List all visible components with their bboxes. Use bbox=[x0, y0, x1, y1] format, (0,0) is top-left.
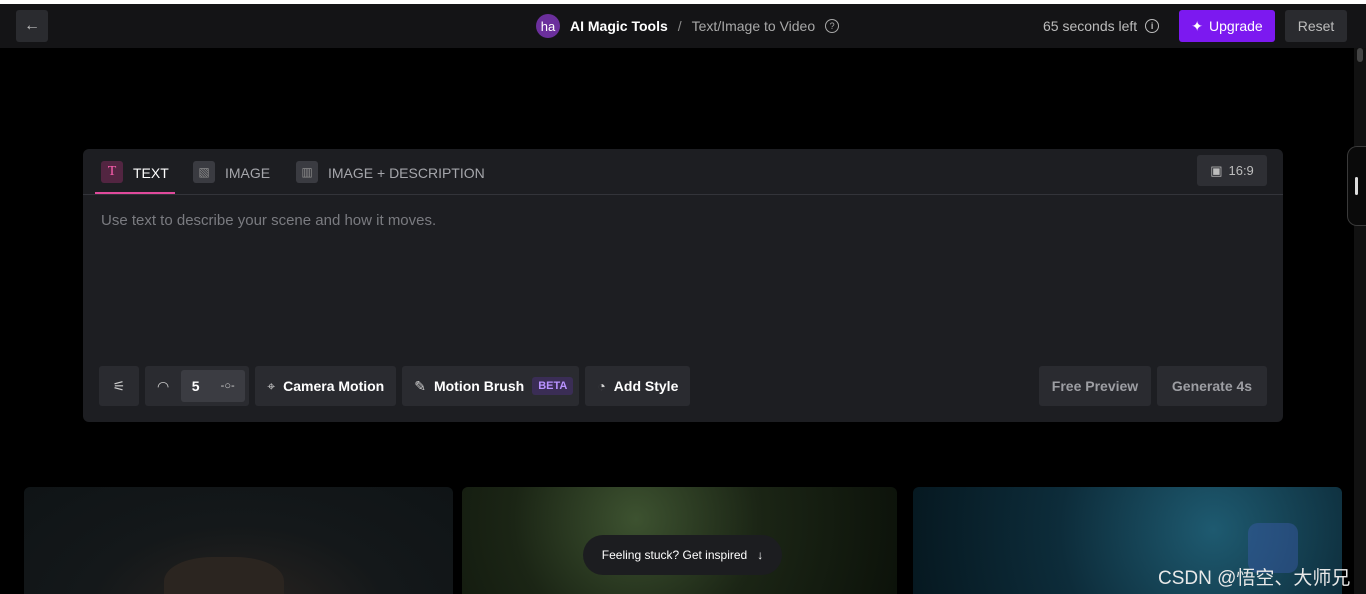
add-style-label: Add Style bbox=[613, 378, 679, 394]
add-style-button[interactable]: ◔ Add Style bbox=[585, 366, 691, 406]
top-bar: ← ha AI Magic Tools / Text/Image to Vide… bbox=[0, 0, 1366, 48]
back-button[interactable]: ← bbox=[16, 10, 48, 42]
tab-text[interactable]: T TEXT bbox=[95, 161, 175, 194]
tab-image[interactable]: ▧ IMAGE bbox=[193, 161, 270, 194]
speedometer-icon: ◠ bbox=[157, 377, 170, 394]
split-image-icon: ▥ bbox=[296, 161, 318, 183]
beta-badge: BETA bbox=[532, 377, 574, 395]
breadcrumb-current: Text/Image to Video bbox=[691, 18, 816, 34]
upgrade-button[interactable]: ✦ Upgrade bbox=[1179, 10, 1275, 42]
motion-brush-button[interactable]: ✎ Motion Brush BETA bbox=[402, 366, 580, 406]
camera-motion-icon: ⌖ bbox=[267, 377, 276, 394]
breadcrumb-separator: / bbox=[677, 18, 682, 34]
upgrade-label: Upgrade bbox=[1209, 18, 1263, 34]
watermark: CSDN @悟空、大师兄 bbox=[1158, 568, 1351, 589]
tab-image-description[interactable]: ▥ IMAGE + DESCRIPTION bbox=[296, 161, 485, 194]
generator-panel: T TEXT ▧ IMAGE ▥ IMAGE + DESCRIPTION ▣ 1… bbox=[83, 149, 1283, 422]
inspire-button[interactable]: Feeling stuck? Get inspired ↓ bbox=[583, 535, 782, 575]
brush-icon: ✎ bbox=[414, 377, 426, 394]
settings-button[interactable]: ⚟ bbox=[99, 366, 139, 406]
aspect-ratio-value: 16:9 bbox=[1228, 163, 1254, 178]
thumbnail-subject bbox=[164, 557, 284, 594]
prompt-input[interactable]: Use text to describe your scene and how … bbox=[101, 212, 436, 229]
aspect-ratio-button[interactable]: ▣ 16:9 bbox=[1197, 155, 1267, 186]
tab-image-label: IMAGE bbox=[225, 165, 271, 181]
toolbar: ⚟ ◠ 5 -○- ⌖ Camera Motion ✎ Motion Brush… bbox=[99, 366, 691, 406]
text-icon: T bbox=[101, 161, 123, 183]
motion-brush-label: Motion Brush bbox=[433, 378, 525, 394]
sparkle-icon: ✦ bbox=[1191, 17, 1204, 34]
scrollbar-thumb[interactable] bbox=[1357, 48, 1363, 62]
breadcrumb: ha AI Magic Tools / Text/Image to Video … bbox=[536, 10, 840, 42]
motion-speed-value: 5 bbox=[191, 378, 200, 394]
arrow-left-icon: ← bbox=[24, 17, 40, 34]
inspire-label: Feeling stuck? Get inspired bbox=[601, 548, 748, 562]
gallery-thumbnail[interactable] bbox=[24, 487, 453, 594]
help-icon[interactable]: ? bbox=[825, 19, 840, 33]
free-preview-button[interactable]: Free Preview bbox=[1039, 366, 1151, 406]
generate-button[interactable]: Generate 4s bbox=[1157, 366, 1267, 406]
tab-image-description-label: IMAGE + DESCRIPTION bbox=[328, 165, 485, 181]
time-remaining-text: 65 seconds left bbox=[1043, 18, 1138, 34]
slider-handle-icon: -○- bbox=[220, 380, 235, 392]
image-icon: ▧ bbox=[193, 161, 215, 183]
arrow-down-icon: ↓ bbox=[757, 548, 764, 562]
reset-button[interactable]: Reset bbox=[1285, 10, 1347, 42]
side-panel-handle[interactable] bbox=[1347, 146, 1366, 226]
info-icon[interactable]: i bbox=[1145, 19, 1160, 33]
sliders-icon: ⚟ bbox=[112, 377, 126, 394]
motion-speed-control: ◠ 5 -○- bbox=[145, 366, 250, 406]
motion-speed-stepper[interactable]: 5 -○- bbox=[181, 370, 246, 402]
camera-motion-label: Camera Motion bbox=[283, 378, 385, 394]
palette-icon: ◔ bbox=[597, 378, 606, 394]
breadcrumb-root[interactable]: AI Magic Tools bbox=[570, 18, 668, 34]
input-mode-tabs: T TEXT ▧ IMAGE ▥ IMAGE + DESCRIPTION ▣ 1… bbox=[83, 149, 1283, 195]
time-remaining: 65 seconds left i bbox=[1043, 10, 1160, 42]
tab-text-label: TEXT bbox=[133, 165, 169, 181]
scrollbar[interactable] bbox=[1354, 48, 1366, 594]
camera-motion-button[interactable]: ⌖ Camera Motion bbox=[255, 366, 397, 406]
aspect-ratio-icon: ▣ bbox=[1210, 162, 1223, 178]
avatar[interactable]: ha bbox=[536, 14, 560, 38]
